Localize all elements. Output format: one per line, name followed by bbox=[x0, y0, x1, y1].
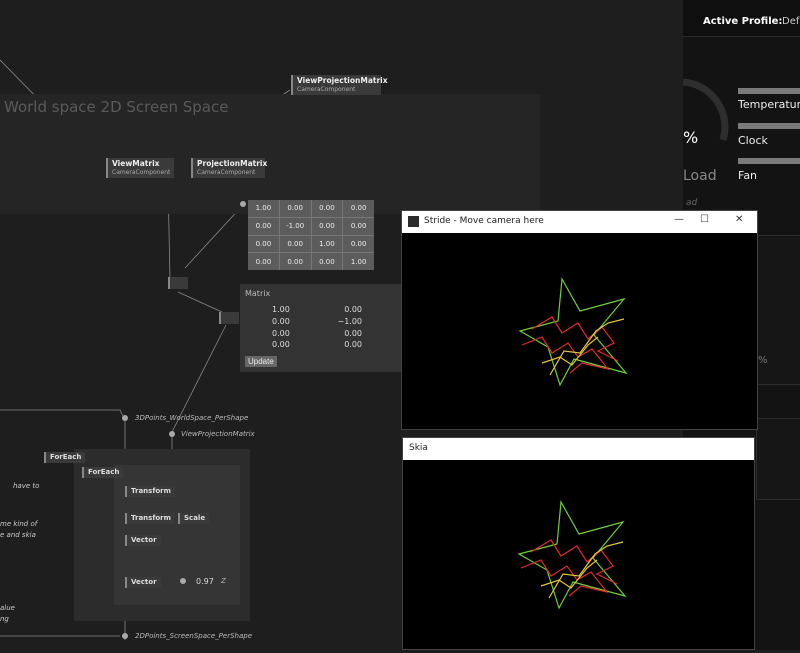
skia-viewport[interactable] bbox=[403, 460, 754, 649]
comment-line: ng bbox=[0, 615, 9, 623]
clock-bar bbox=[738, 123, 800, 129]
stride-title: Stride - Move camera here bbox=[424, 216, 544, 226]
pin-dot[interactable] bbox=[122, 633, 128, 639]
vector-node-1[interactable]: Vector bbox=[125, 535, 161, 546]
matrix-grid-cell[interactable]: 0.00 bbox=[311, 200, 343, 217]
matrix-cell: −1.00 bbox=[337, 317, 362, 326]
foreach-inner-label[interactable]: ForEach bbox=[82, 467, 124, 478]
skia-title: Skia bbox=[409, 443, 428, 453]
matrix-grid-cell[interactable]: 0.00 bbox=[248, 253, 279, 270]
matrix-grid-cell[interactable]: 0.00 bbox=[311, 217, 343, 235]
minimize-icon[interactable]: — bbox=[674, 214, 684, 225]
multiply-node-2[interactable] bbox=[219, 312, 239, 324]
transform-node-1[interactable]: Transform bbox=[125, 486, 175, 497]
matrix-grid-cell[interactable]: 1.00 bbox=[343, 253, 374, 270]
comment-line: alue bbox=[0, 604, 15, 612]
vector-node-2[interactable]: Vector bbox=[125, 577, 161, 588]
close-icon[interactable]: ✕ bbox=[735, 214, 743, 225]
load-label: Load bbox=[683, 168, 717, 184]
view-projection-matrix-sub: CameraComponent bbox=[297, 86, 356, 93]
points3d-pin-label: 3DPoints_WorldSpace_PerShape bbox=[135, 414, 249, 422]
comment-line: me kind of bbox=[0, 520, 38, 528]
clock-label: Clock bbox=[738, 134, 768, 147]
matrix-panel-row: 0.00 −1.00 bbox=[272, 317, 362, 326]
matrix-grid-cell[interactable]: 0.00 bbox=[279, 253, 311, 270]
region-title: World space 2D Screen Space bbox=[4, 98, 229, 116]
view-matrix-title: ViewMatrix bbox=[112, 159, 160, 168]
z-value[interactable]: 0.97 bbox=[196, 577, 214, 586]
transform-node-2[interactable]: Transform bbox=[125, 513, 175, 524]
z-pin-dot[interactable] bbox=[180, 578, 186, 584]
matrix-grid[interactable]: 1.00 0.00 0.00 0.00 0.00 -1.00 0.00 0.00 0.00 0.0… bbox=[248, 200, 374, 270]
vpm-pin-label: ViewProjectionMatrix bbox=[181, 430, 255, 438]
update-button[interactable]: Update bbox=[245, 356, 277, 367]
matrix-input-pin[interactable] bbox=[240, 201, 246, 207]
foreach-outer-label[interactable]: ForEach bbox=[44, 452, 86, 463]
pin-dot[interactable] bbox=[169, 431, 175, 437]
comment-line: e and skia bbox=[0, 531, 36, 539]
matrix-grid-cell[interactable]: 0.00 bbox=[248, 217, 279, 235]
matrix-panel-row: 1.00 0.00 bbox=[272, 305, 362, 314]
load-percent: % bbox=[683, 128, 699, 147]
fan-label: Fan bbox=[738, 169, 758, 182]
matrix-grid-cell[interactable]: 0.00 bbox=[248, 235, 279, 253]
active-profile-value[interactable]: Defa bbox=[782, 16, 800, 27]
matrix-grid-cell[interactable]: 1.00 bbox=[248, 200, 279, 217]
skia-window[interactable]: Skia bbox=[402, 437, 755, 650]
view-projection-matrix-node[interactable]: ViewProjectionMatrix CameraComponent bbox=[291, 75, 388, 95]
matrix-cell: 0.00 bbox=[272, 340, 290, 349]
view-matrix-sub: CameraComponent bbox=[112, 169, 171, 176]
projection-matrix-sub: CameraComponent bbox=[197, 169, 256, 176]
skia-titlebar[interactable]: Skia bbox=[403, 438, 754, 460]
z-label: Z bbox=[221, 577, 226, 585]
fan-bar bbox=[738, 158, 800, 164]
matrix-grid-cell[interactable]: 1.00 bbox=[311, 235, 343, 253]
maximize-icon[interactable]: ☐ bbox=[700, 214, 709, 225]
view-projection-matrix-title: ViewProjectionMatrix bbox=[297, 76, 388, 85]
matrix-grid-cell[interactable]: 0.00 bbox=[311, 253, 343, 270]
projection-matrix-title: ProjectionMatrix bbox=[197, 159, 268, 168]
comment-line: have to bbox=[13, 482, 40, 490]
temperature-bar bbox=[738, 88, 800, 94]
stride-window[interactable]: Stride - Move camera here — ☐ ✕ bbox=[401, 210, 758, 430]
matrix-cell: 0.00 bbox=[344, 340, 362, 349]
matrix-cell: 0.00 bbox=[272, 329, 290, 338]
scale-node[interactable]: Scale bbox=[178, 513, 210, 524]
matrix-panel-header: Matrix bbox=[245, 289, 271, 298]
app-icon bbox=[408, 216, 419, 227]
matrix-grid-cell[interactable]: -1.00 bbox=[279, 217, 311, 235]
matrix-grid-cell[interactable]: 0.00 bbox=[343, 235, 374, 253]
points2d-pin-label: 2DPoints_ScreenSpace_PerShape bbox=[135, 632, 252, 640]
matrix-cell: 0.00 bbox=[272, 317, 290, 326]
stride-viewport[interactable] bbox=[402, 233, 757, 429]
matrix-panel-row: 0.00 0.00 bbox=[272, 329, 362, 338]
active-profile-label: Active Profile: bbox=[703, 16, 783, 27]
matrix-panel-row: 0.00 0.00 bbox=[272, 340, 362, 349]
view-matrix-node[interactable]: ViewMatrix CameraComponent bbox=[106, 158, 174, 178]
small-text: ad bbox=[686, 198, 698, 208]
stride-shapes bbox=[518, 277, 628, 387]
matrix-cell: 0.00 bbox=[344, 305, 362, 314]
temperature-label: Temperature bbox=[738, 98, 800, 111]
stride-titlebar[interactable]: Stride - Move camera here — ☐ ✕ bbox=[402, 211, 757, 233]
matrix-grid-cell[interactable]: 0.00 bbox=[343, 217, 374, 235]
projection-matrix-node[interactable]: ProjectionMatrix CameraComponent bbox=[191, 158, 268, 178]
stat-card-bottom bbox=[756, 418, 800, 500]
matrix-cell: 0.00 bbox=[344, 329, 362, 338]
multiply-node-1[interactable] bbox=[168, 277, 188, 289]
matrix-grid-cell[interactable]: 0.00 bbox=[279, 235, 311, 253]
matrix-cell: 1.00 bbox=[272, 305, 290, 314]
pin-dot[interactable] bbox=[122, 415, 128, 421]
matrix-grid-cell[interactable]: 0.00 bbox=[343, 200, 374, 217]
matrix-grid-cell[interactable]: 0.00 bbox=[279, 200, 311, 217]
stat-card-percent: % bbox=[758, 355, 768, 366]
skia-shapes bbox=[517, 500, 627, 610]
